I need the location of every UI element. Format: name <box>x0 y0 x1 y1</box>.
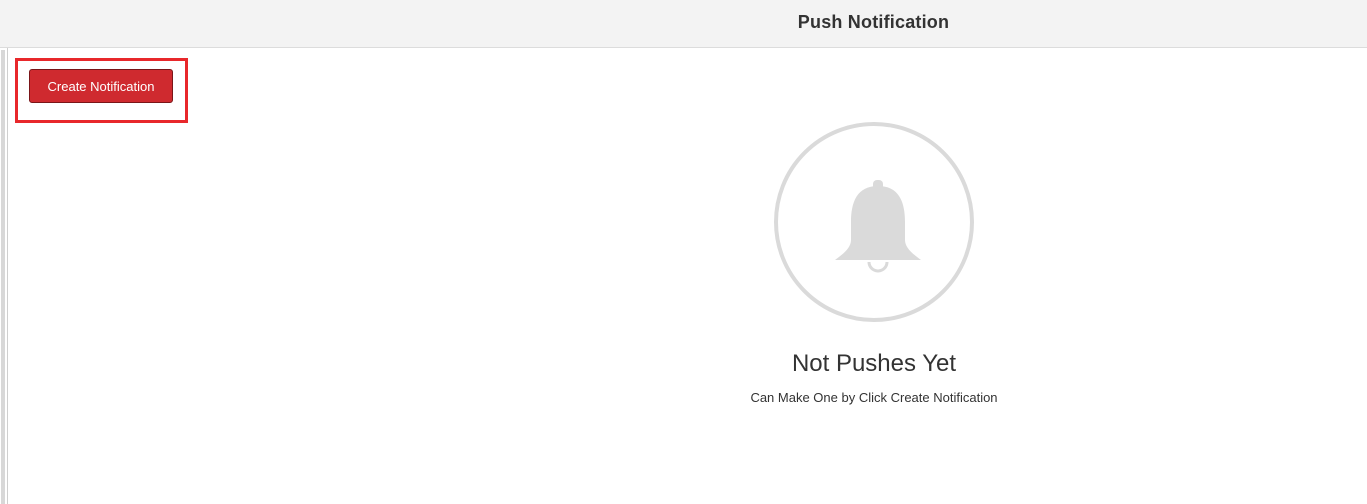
empty-state-title: Not Pushes Yet <box>791 350 957 377</box>
page-header: Push Notification <box>0 0 1367 48</box>
create-notification-button[interactable]: Create Notification <box>29 69 173 103</box>
empty-state: Not Pushes Yet Can Make One by Click Cre… <box>690 122 1058 412</box>
sidebar-scrollbar[interactable] <box>1 50 5 504</box>
bell-icon <box>835 180 921 273</box>
bell-circle <box>774 122 974 322</box>
page-title: Push Notification <box>797 12 950 32</box>
empty-state-subtitle: Can Make One by Click Create Notificatio… <box>750 390 998 405</box>
